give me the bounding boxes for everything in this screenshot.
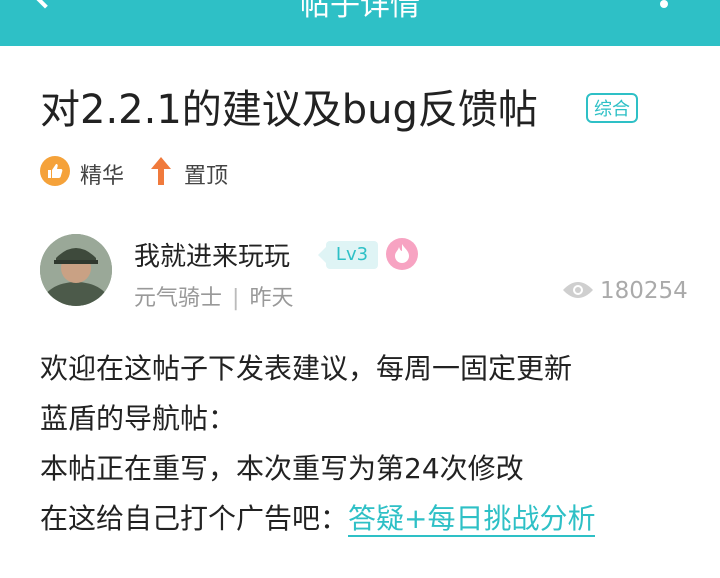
essence-label: 精华 <box>80 164 125 189</box>
post-title: 对2.2.1的建议及bug反馈帖 <box>40 87 538 133</box>
body-line: 蓝盾的导航帖： <box>40 402 237 435</box>
avatar[interactable] <box>40 234 112 306</box>
promo-link[interactable]: 答疑+每日挑战分析 <box>348 502 596 537</box>
eye-icon <box>563 282 593 298</box>
thumbs-up-icon <box>40 156 70 186</box>
top-app-bar: 帖子详情 <box>0 0 720 46</box>
pinned-label: 置顶 <box>184 164 229 189</box>
meta-separator: | <box>232 286 240 311</box>
post-body: 欢迎在这帖子下发表建议，每周一固定更新 蓝盾的导航帖： 本帖正在重写，本次重写为… <box>40 344 700 544</box>
body-line: 在这给自己打个广告吧：答疑+每日挑战分析 <box>40 494 700 544</box>
level-badge: Lv3 <box>318 241 378 269</box>
category-tag[interactable]: 综合 <box>586 93 638 123</box>
body-line-prefix: 在这给自己打个广告吧： <box>40 502 349 535</box>
arrow-up-icon <box>150 156 172 186</box>
post-time: 昨天 <box>249 286 294 311</box>
body-line: 本帖正在重写，本次重写为第24次修改 <box>40 452 524 485</box>
view-count-value: 180254 <box>600 278 688 304</box>
fire-icon <box>386 238 418 270</box>
body-line: 欢迎在这帖子下发表建议，每周一固定更新 <box>40 352 573 385</box>
author-meta: 元气骑士 | 昨天 <box>134 280 293 312</box>
more-dots-icon[interactable] <box>660 0 668 8</box>
page-title: 帖子详情 <box>300 0 420 23</box>
author-role: 元气骑士 <box>134 286 223 311</box>
author-name[interactable]: 我就进来玩玩 <box>134 236 290 273</box>
